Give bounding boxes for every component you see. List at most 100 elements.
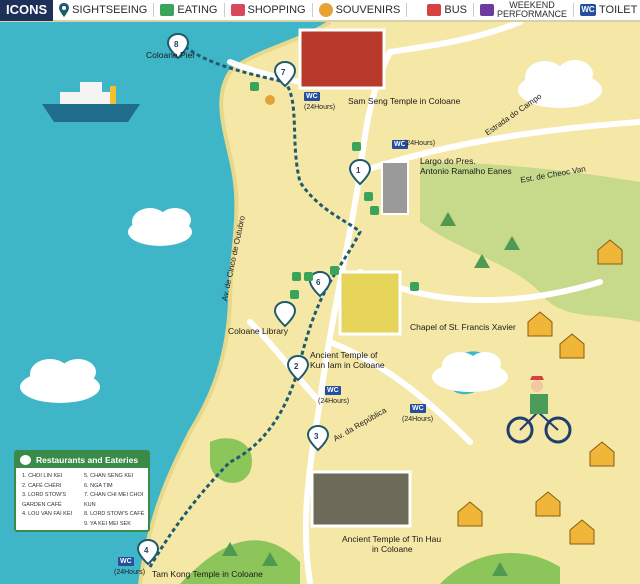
restaurants-panel: Restaurants and Eateries 1. CHOI LIN KEI… [14, 450, 150, 532]
toilet-hours: (24Hours) [404, 140, 436, 147]
legend-weekend[interactable]: WEEKEND PERFORMANCE [480, 1, 567, 19]
house-icon [569, 519, 595, 545]
cyclist-icon [506, 376, 572, 444]
eating-icon[interactable] [290, 290, 299, 299]
restaurant-item[interactable]: 4. LOU VAN FAI KEI [22, 510, 86, 520]
house-icon [559, 333, 585, 359]
toilet-icon: WC [580, 4, 597, 16]
eating-icon[interactable] [304, 272, 313, 281]
legend-divider [473, 3, 474, 17]
cloud-icon [432, 352, 508, 392]
road [387, 22, 523, 55]
restaurant-item[interactable]: 9. YA KEI MEI SEK [84, 520, 148, 530]
toilet-icon[interactable]: WC [410, 404, 426, 413]
legend-divider [223, 3, 225, 17]
house-icon [457, 501, 483, 527]
legend-bus-label: BUS [444, 4, 467, 16]
legend-title: ICONS [0, 0, 54, 21]
label-sam-seng-temple: Sam Seng Temple in Coloane [348, 96, 461, 106]
restaurants-list-right: 5. CHAN SENG KEI 6. NGA TIM 7. CHAN CHI … [84, 472, 148, 529]
house-icon [589, 441, 615, 467]
label-largo-line1: Largo do Pres. [420, 156, 476, 166]
eating-icon [160, 4, 175, 16]
eating-icon[interactable] [370, 206, 379, 215]
legend-sightseeing-label: SIGHTSEEING [72, 4, 148, 16]
restaurant-item[interactable]: GARDEN CAFÉ [22, 501, 86, 511]
toilet-icon[interactable]: WC [304, 92, 320, 101]
restaurant-item[interactable]: 1. CHOI LIN KEI [22, 472, 86, 482]
pin-number: 1 [356, 166, 361, 175]
toilet-hours: (24Hours) [304, 104, 336, 111]
legend-eating[interactable]: EATING [160, 4, 218, 16]
legend-weekend-text: WEEKEND PERFORMANCE [497, 1, 567, 19]
restaurant-item[interactable]: 7. CHAN CHI MEI CHOI KUN [84, 491, 148, 510]
eating-icon[interactable] [364, 192, 373, 201]
plate-icon [20, 455, 31, 465]
restaurant-item[interactable]: 3. LORD STOW'S [22, 491, 86, 501]
toilet-icon[interactable]: WC [325, 386, 341, 395]
legend-divider [311, 3, 313, 17]
restaurants-header: Restaurants and Eateries [16, 452, 148, 468]
location-pin-icon [59, 3, 70, 17]
pin-number: 6 [316, 278, 321, 287]
legend-bus[interactable]: BUS [427, 4, 467, 16]
pin-2[interactable]: 2 [286, 354, 310, 382]
pin-number: 7 [281, 68, 286, 77]
eating-icon[interactable] [410, 282, 419, 291]
toilet-icon[interactable]: WC [118, 557, 134, 566]
legend-sightseeing[interactable]: SIGHTSEEING [59, 3, 147, 17]
legend-toilet[interactable]: WC TOILET [580, 4, 637, 16]
restaurants-title: Restaurants and Eateries [36, 455, 139, 465]
eating-icon[interactable] [330, 266, 339, 275]
sam-seng-temple-photo [298, 28, 386, 90]
legend-divider [406, 3, 408, 17]
legend-divider [153, 3, 155, 17]
pin-1[interactable]: 1 [348, 158, 372, 186]
souvenir-icon [318, 3, 333, 17]
label-kun-iam-line1: Ancient Temple of [310, 350, 378, 360]
eating-icon[interactable] [352, 142, 361, 151]
chapel-photo [338, 270, 402, 336]
restaurants-list-left: 1. CHOI LIN KEI 2. CAFÉ CHÉRI 3. LORD ST… [22, 472, 86, 520]
label-tam-kong: Tam Kong Temple in Coloane [152, 569, 263, 579]
pin-number: 4 [144, 546, 149, 555]
weekend-performance-icon [480, 4, 494, 16]
label-chapel: Chapel of St. Francis Xavier [410, 322, 516, 332]
shopping-bag-icon [230, 4, 245, 16]
label-tin-hau-line2: in Coloane [372, 544, 413, 554]
legend-eating-label: EATING [177, 4, 218, 16]
restaurant-item[interactable]: 5. CHAN SENG KEI [84, 472, 148, 482]
souvenir-icon[interactable] [265, 95, 275, 105]
cloud-icon [128, 208, 192, 246]
toilet-hours: (24Hours) [114, 569, 146, 576]
label-kun-iam-line2: Kun Iam in Coloane [310, 360, 385, 370]
legend-bar: ICONS SIGHTSEEING EATING SHOPPING SOUVEN… [0, 0, 640, 22]
largo-monument-photo [381, 161, 409, 215]
restaurant-item[interactable]: 6. NGA TIM [84, 482, 148, 492]
tin-hau-temple-photo [310, 470, 412, 528]
house-icon [535, 491, 561, 517]
label-coloane-library: Coloane Library [228, 326, 289, 336]
toilet-hours: (24Hours) [402, 416, 434, 423]
legend-souvenirs-label: SOUVENIRS [335, 4, 401, 16]
pin-number: 2 [294, 362, 299, 371]
legend-toilet-label: TOILET [599, 4, 638, 16]
toilet-hours: (24Hours) [318, 398, 350, 405]
house-icon [527, 311, 553, 337]
eating-icon[interactable] [250, 82, 259, 91]
label-tin-hau-line1: Ancient Temple of Tin Hau [342, 534, 442, 544]
restaurant-item[interactable]: 8. LORD STOW'S CAFÉ [84, 510, 148, 520]
legend-shopping-label: SHOPPING [247, 4, 306, 16]
pin-number: 8 [174, 40, 179, 49]
eating-icon[interactable] [292, 272, 301, 281]
label-coloane-pier: Coloane Pier [146, 50, 196, 60]
bus-icon [427, 4, 442, 16]
legend-shopping[interactable]: SHOPPING [230, 4, 306, 16]
label-largo-line2: Antonio Ramalho Eanes [420, 166, 512, 176]
pin-5[interactable] [273, 300, 297, 328]
legend-divider [573, 3, 575, 17]
restaurant-item[interactable]: 2. CAFÉ CHÉRI [22, 482, 86, 492]
legend-souvenirs[interactable]: SOUVENIRS [318, 3, 401, 17]
legend-weekend-line2: PERFORMANCE [497, 9, 568, 19]
pin-number: 3 [314, 432, 319, 441]
